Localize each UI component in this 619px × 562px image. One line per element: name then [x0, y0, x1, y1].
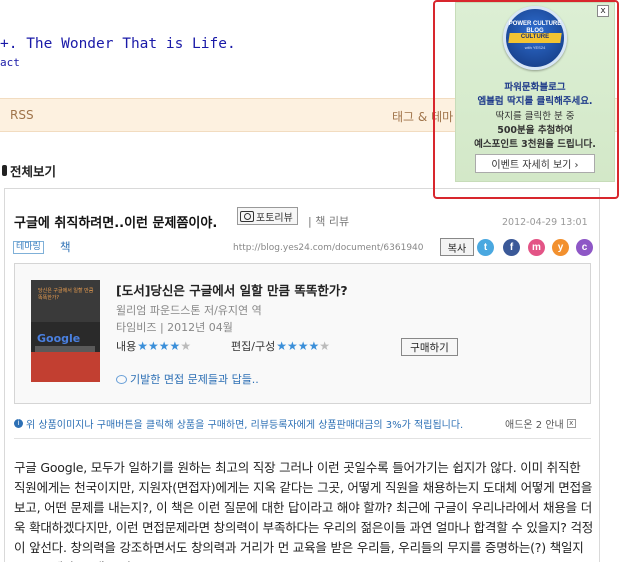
- star-icon: ★: [276, 339, 287, 353]
- twitter-share-icon[interactable]: t: [477, 239, 494, 256]
- camera-icon: [240, 210, 254, 222]
- yozm-share-icon[interactable]: y: [552, 239, 569, 256]
- section-heading: 전체보기: [2, 161, 56, 180]
- me2day-share-icon[interactable]: m: [528, 239, 545, 256]
- edit-stars: ★ ★ ★ ★ ★: [276, 340, 330, 352]
- book-publisher: 타임비즈 | 2012년 04월: [116, 321, 233, 334]
- star-icon: ★: [169, 339, 181, 353]
- emblem-ribbon-text: CULTURE: [520, 34, 550, 40]
- popup-line-3: 딱지를 클릭한 분 중: [495, 111, 575, 122]
- book-title[interactable]: [도서]당신은 구글에서 일할 만큼 똑똑한가?: [116, 280, 348, 299]
- book-cover-image[interactable]: 당신은 구글에서 일할 만큼 똑똑한가? Google: [31, 280, 100, 382]
- buy-button[interactable]: 구매하기: [401, 338, 458, 356]
- info-icon: i: [14, 419, 23, 428]
- purchase-notice: i 위 상품이미지나 구매버튼을 클릭해 상품을 구매하면, 리뷰등록자에게 상…: [14, 416, 463, 431]
- post-url: http://blog.yes24.com/document/6361940: [233, 243, 424, 253]
- rss-link[interactable]: RSS: [10, 108, 34, 122]
- content-stars: ★ ★ ★ ★ ★: [137, 340, 191, 352]
- content-rating: 내용 ★ ★ ★ ★ ★: [116, 338, 191, 354]
- cover-bottom: [31, 352, 100, 382]
- edit-rating: 편집/구성 ★ ★ ★ ★ ★: [231, 338, 330, 354]
- popup-line-2: 엠블럼 딱지를 클릭해주세요.: [477, 96, 593, 107]
- popup-line-4: 500분을 추첨하여: [497, 125, 573, 136]
- star-icon: ★: [286, 339, 298, 353]
- popup-close-icon[interactable]: x: [597, 5, 609, 17]
- ad-guide-label: 애드온 2 안내: [505, 420, 564, 431]
- content-rating-label: 내용: [116, 340, 137, 353]
- cover-google-logo: Google: [37, 332, 81, 345]
- photo-review-label: 포토리뷰: [256, 212, 293, 224]
- star-icon: ★: [158, 339, 170, 353]
- post-date: 2012-04-29 13:01: [502, 217, 588, 228]
- post-title[interactable]: 구글에 취직하려면..이런 문제쯤이야.: [14, 212, 217, 231]
- star-icon: ★: [308, 339, 320, 353]
- event-details-button[interactable]: 이벤트 자세히 보기 ›: [475, 154, 595, 173]
- bullet-icon: [2, 165, 7, 176]
- star-icon: ★: [319, 339, 331, 353]
- book-comment-text: 기발한 면접 문제들과 답들..: [130, 373, 259, 386]
- tag-theme-badge: 테마링: [13, 241, 44, 254]
- popup-line-1: 파워문화블로그: [504, 82, 566, 93]
- edit-rating-label: 편집/구성: [231, 340, 276, 353]
- divider: [14, 438, 591, 439]
- popup-line-5: 예스포인트 3천원을 드립니다.: [474, 139, 596, 150]
- book-comment[interactable]: 기발한 면접 문제들과 답들..: [116, 371, 259, 387]
- star-icon: ★: [180, 339, 192, 353]
- c-share-icon[interactable]: c: [576, 239, 593, 256]
- emblem-sub: with YES24: [524, 45, 546, 50]
- copy-url-button[interactable]: 복사: [440, 238, 474, 256]
- blog-title[interactable]: +. The Wonder That is Life.: [0, 36, 236, 52]
- ad-close-icon[interactable]: x: [566, 419, 576, 428]
- star-icon: ★: [148, 339, 159, 353]
- post-category[interactable]: | 책 리뷰: [308, 213, 349, 229]
- speech-bubble-icon: [116, 374, 127, 384]
- blog-sub-link[interactable]: act: [0, 56, 20, 69]
- book-author: 윌리엄 파운드스톤 저/유지연 역: [116, 304, 262, 317]
- tag-value[interactable]: 책: [60, 239, 71, 255]
- facebook-share-icon[interactable]: f: [503, 239, 520, 256]
- star-icon: ★: [137, 339, 149, 353]
- ad-guide[interactable]: 애드온 2 안내 x: [505, 416, 576, 431]
- star-icon: ★: [297, 339, 309, 353]
- section-title: 전체보기: [10, 164, 57, 179]
- photo-review-badge: 포토리뷰: [237, 207, 298, 225]
- purchase-notice-text: 위 상품이미지나 구매버튼을 클릭해 상품을 구매하면, 리뷰등록자에게 상품판…: [26, 420, 464, 431]
- post-body: 구글 Google, 모두가 일하기를 원하는 최고의 직장 그러나 이런 곳일…: [14, 460, 594, 562]
- cover-title: 당신은 구글에서 일할 만큼 똑똑한가?: [38, 288, 94, 301]
